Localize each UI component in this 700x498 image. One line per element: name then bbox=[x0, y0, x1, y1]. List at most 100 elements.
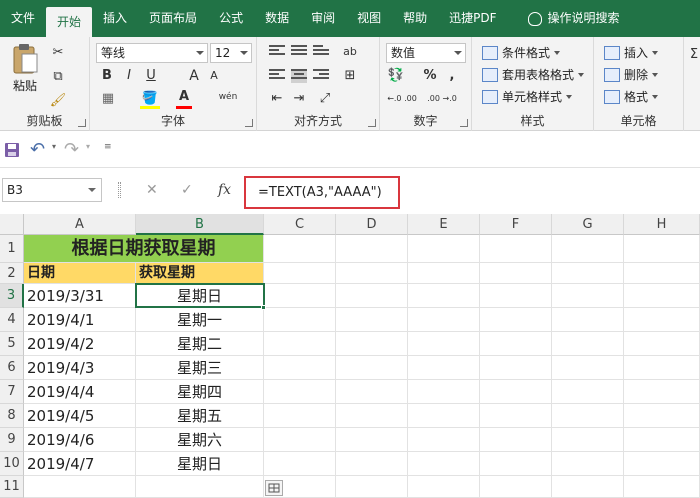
name-box-dropdown-icon[interactable] bbox=[88, 188, 96, 192]
column-header-a[interactable]: A bbox=[24, 214, 136, 235]
grid-cell[interactable] bbox=[624, 308, 700, 332]
tab-review[interactable]: 审阅 bbox=[300, 0, 346, 37]
customize-qat-icon[interactable]: ≡ bbox=[104, 142, 112, 152]
grid-cell[interactable] bbox=[624, 380, 700, 404]
underline-button[interactable]: U bbox=[142, 66, 160, 86]
grid-cell[interactable] bbox=[624, 476, 700, 498]
grid-cell[interactable] bbox=[336, 332, 408, 356]
select-all-corner[interactable] bbox=[0, 214, 24, 235]
increase-indent-icon[interactable]: ⇥ bbox=[289, 89, 309, 109]
font-size-select[interactable]: 12 bbox=[210, 43, 252, 63]
fill-handle[interactable] bbox=[261, 305, 266, 310]
weekday-cell[interactable]: 星期一 bbox=[136, 308, 264, 332]
insert-function-button[interactable]: fx bbox=[218, 182, 231, 198]
grid-cell[interactable] bbox=[408, 356, 480, 380]
grid-cell[interactable] bbox=[264, 380, 336, 404]
grid-cell[interactable] bbox=[552, 308, 624, 332]
grid-cell[interactable] bbox=[624, 404, 700, 428]
grid-cell[interactable] bbox=[408, 404, 480, 428]
date-cell[interactable]: 2019/4/4 bbox=[24, 380, 136, 404]
grid-cell[interactable] bbox=[336, 263, 408, 284]
shrink-font-button[interactable]: A bbox=[206, 66, 222, 86]
row-header-7[interactable]: 7 bbox=[0, 380, 24, 404]
column-header-h[interactable]: H bbox=[624, 214, 700, 235]
delete-cells-button[interactable]: 删除 bbox=[604, 65, 659, 85]
grid-cell[interactable] bbox=[408, 476, 480, 498]
name-box[interactable]: B3 bbox=[2, 178, 102, 202]
number-format-select[interactable]: 数值 bbox=[386, 43, 466, 63]
grid-cell[interactable] bbox=[336, 428, 408, 452]
grid-cell[interactable] bbox=[552, 452, 624, 476]
weekday-cell[interactable]: 星期三 bbox=[136, 356, 264, 380]
grid-cell[interactable] bbox=[624, 452, 700, 476]
cut-icon[interactable]: ✂ bbox=[48, 43, 68, 63]
paste-button[interactable]: 粘贴 bbox=[8, 43, 42, 99]
formula-bar-grip-icon[interactable] bbox=[118, 182, 121, 198]
decrease-indent-icon[interactable]: ⇤ bbox=[267, 89, 287, 109]
currency-icon[interactable]: 💱 bbox=[386, 66, 406, 86]
column-header-f[interactable]: F bbox=[480, 214, 552, 235]
date-cell[interactable]: 2019/4/2 bbox=[24, 332, 136, 356]
tab-formulas[interactable]: 公式 bbox=[208, 0, 254, 37]
grid-cell[interactable] bbox=[480, 308, 552, 332]
grid-cell[interactable] bbox=[264, 235, 336, 263]
grid-cell[interactable] bbox=[336, 308, 408, 332]
tab-home[interactable]: 开始 bbox=[46, 7, 93, 37]
weekday-cell[interactable]: 星期日 bbox=[136, 452, 264, 476]
row-header-2[interactable]: 2 bbox=[0, 263, 24, 284]
align-left-icon[interactable] bbox=[269, 69, 285, 83]
formula-input[interactable]: =TEXT(A3,"AAAA") bbox=[244, 176, 400, 209]
grid-cell[interactable] bbox=[264, 452, 336, 476]
quick-analysis-icon[interactable] bbox=[265, 480, 283, 496]
date-cell[interactable]: 2019/4/5 bbox=[24, 404, 136, 428]
row-header-11[interactable]: 11 bbox=[0, 476, 24, 498]
grid-cell[interactable] bbox=[552, 235, 624, 263]
grid-cell[interactable] bbox=[624, 235, 700, 263]
conditional-format-button[interactable]: 条件格式 bbox=[482, 43, 561, 63]
grid-cell[interactable] bbox=[552, 332, 624, 356]
tab-insert[interactable]: 插入 bbox=[92, 0, 138, 37]
title-cell[interactable]: 根据日期获取星期 bbox=[24, 235, 264, 263]
weekday-cell[interactable]: 星期二 bbox=[136, 332, 264, 356]
tab-data[interactable]: 数据 bbox=[254, 0, 300, 37]
header-cell-weekday[interactable]: 获取星期 bbox=[136, 263, 264, 284]
row-header-9[interactable]: 9 bbox=[0, 428, 24, 452]
merge-center-icon[interactable]: ⊞ bbox=[339, 66, 361, 86]
format-cells-button[interactable]: 格式 bbox=[604, 87, 659, 107]
grid-cell[interactable] bbox=[336, 452, 408, 476]
tab-pdf[interactable]: 迅捷PDF bbox=[438, 0, 507, 37]
sum-icon[interactable]: Σ bbox=[688, 45, 700, 65]
font-name-select[interactable]: 等线 bbox=[96, 43, 208, 63]
comma-button[interactable]: , bbox=[444, 66, 460, 86]
insert-cells-button[interactable]: 插入 bbox=[604, 43, 659, 63]
grid-cell[interactable] bbox=[480, 356, 552, 380]
date-cell[interactable]: 2019/4/7 bbox=[24, 452, 136, 476]
grid-cell[interactable] bbox=[336, 380, 408, 404]
undo-icon[interactable]: ↶ bbox=[30, 139, 45, 160]
date-cell[interactable]: 2019/4/6 bbox=[24, 428, 136, 452]
grid-cell[interactable] bbox=[264, 356, 336, 380]
copy-icon[interactable]: ⧉ bbox=[48, 67, 68, 87]
redo-dropdown-icon[interactable]: ▾ bbox=[86, 142, 90, 151]
font-expand-icon[interactable] bbox=[245, 119, 253, 127]
fill-color-icon[interactable]: 🪣 bbox=[140, 89, 160, 109]
grid-cell[interactable] bbox=[408, 380, 480, 404]
grid-cell[interactable] bbox=[408, 332, 480, 356]
alignment-expand-icon[interactable] bbox=[368, 119, 376, 127]
grid-cell[interactable] bbox=[408, 235, 480, 263]
grid-cell[interactable] bbox=[624, 428, 700, 452]
date-cell[interactable]: 2019/4/3 bbox=[24, 356, 136, 380]
grid-cell[interactable] bbox=[480, 380, 552, 404]
grid-cell[interactable] bbox=[480, 476, 552, 498]
row-header-8[interactable]: 8 bbox=[0, 404, 24, 428]
tab-file[interactable]: 文件 bbox=[0, 0, 46, 37]
grid-cell[interactable] bbox=[480, 428, 552, 452]
date-cell[interactable]: 2019/3/31 bbox=[24, 284, 136, 308]
grid-cell[interactable] bbox=[408, 428, 480, 452]
grid-cell[interactable] bbox=[136, 476, 264, 498]
grid-cell[interactable] bbox=[480, 284, 552, 308]
grid-cell[interactable] bbox=[552, 284, 624, 308]
grid-cell[interactable] bbox=[552, 356, 624, 380]
clipboard-expand-icon[interactable] bbox=[78, 119, 86, 127]
format-as-table-button[interactable]: 套用表格格式 bbox=[482, 65, 585, 85]
